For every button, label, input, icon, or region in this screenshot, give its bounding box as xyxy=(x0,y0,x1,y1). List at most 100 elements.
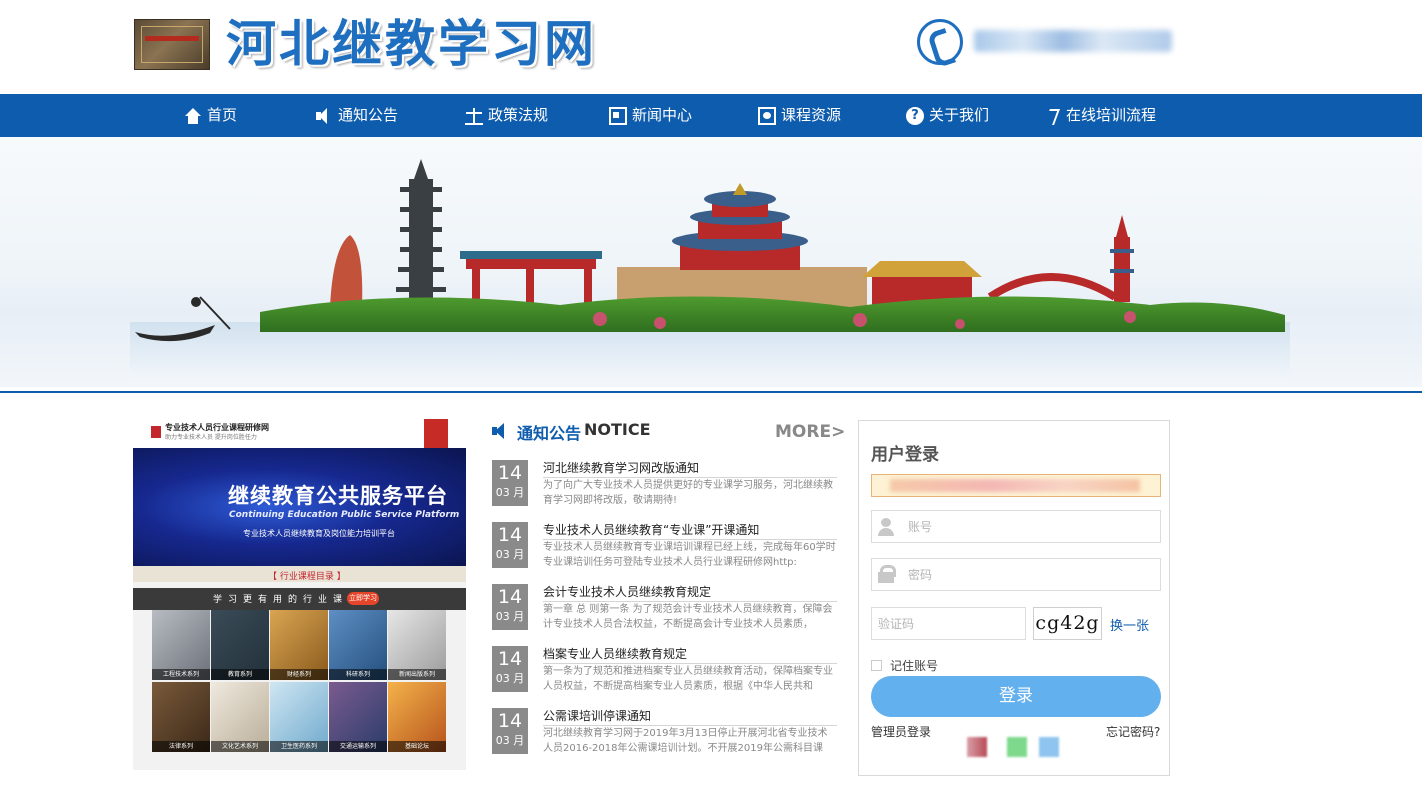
nav-item-training-flow[interactable]: 在线培训流程 xyxy=(1043,94,1156,137)
tile-caption: 卫生医药系列 xyxy=(270,741,328,752)
promo-tile: 文化艺术系列 xyxy=(211,682,269,752)
captcha-refresh-link[interactable]: 换一张 xyxy=(1110,615,1149,634)
notice-item: 14 03 月 会计专业技术人员继续教育规定 第一章 总 则第一条 为了规范会计… xyxy=(492,584,838,634)
hero-banner-landmarks xyxy=(0,137,1422,387)
nav-item-label: 政策法规 xyxy=(488,106,549,124)
captcha-field xyxy=(871,607,1026,640)
landmark-illustration xyxy=(130,159,1290,382)
tile-caption: 文化艺术系列 xyxy=(211,741,269,752)
notice-date: 14 03 月 xyxy=(492,646,528,692)
notices-more-link[interactable]: MORE> xyxy=(775,422,845,442)
scale-icon xyxy=(465,107,483,125)
nav-item-home[interactable]: 首页 xyxy=(184,94,237,137)
promo-tile: 科研系列 xyxy=(329,610,387,680)
nav-item-label: 首页 xyxy=(207,106,238,124)
promo-slogan: 学习更有用的行业课程 xyxy=(213,595,364,605)
notice-section-title-en: NOTICE xyxy=(584,420,651,439)
home-icon xyxy=(184,107,202,125)
admin-login-link[interactable]: 管理员登录 xyxy=(871,723,931,740)
notice-date-month: 03 月 xyxy=(495,672,525,685)
main-nav: 首页 通知公告 政策法规 新闻中心 课程资源 ? 关于我们 在线培训流程 xyxy=(0,94,1422,137)
lock-icon xyxy=(872,559,902,590)
promo-learn-button: 立即学习 xyxy=(347,592,379,605)
promo-tile: 工程技术系列 xyxy=(152,610,210,680)
notice-item: 14 03 月 公需课培训停课通知 河北继续教育学习网于2019年3月13日停止… xyxy=(492,708,838,758)
organization-seal-logo xyxy=(134,19,210,70)
captcha-image[interactable]: cg42g xyxy=(1033,607,1102,640)
site-title[interactable]: 河北继教学习网 xyxy=(226,12,597,76)
tile-caption: 工程技术系列 xyxy=(152,669,210,680)
password-input[interactable] xyxy=(908,565,1148,585)
captcha-input[interactable] xyxy=(878,614,1018,634)
notice-date: 14 03 月 xyxy=(492,708,528,754)
notice-date-month: 03 月 xyxy=(495,610,525,623)
qr-code-blurred xyxy=(1007,737,1027,757)
notice-section-title: 通知公告 xyxy=(517,424,582,443)
login-button[interactable]: 登录 xyxy=(871,676,1161,717)
promo-tile: 交通运输系列 xyxy=(329,682,387,752)
nav-item-courses[interactable]: 课程资源 xyxy=(758,94,841,137)
forgot-password-link[interactable]: 忘记密码? xyxy=(1106,723,1160,740)
tile-caption: 基础论坛 xyxy=(388,741,446,752)
notice-summary: 第一条为了规范和推进档案专业人员继续教育活动，保障档案专业人员权益，不断提高档案… xyxy=(543,666,833,692)
notice-title-link[interactable]: 河北继续教育学习网改版通知 xyxy=(543,460,837,478)
tile-caption: 财经系列 xyxy=(270,669,328,680)
nav-item-notices[interactable]: 通知公告 xyxy=(315,94,398,137)
login-panel: 用户登录 cg42g 换一张 记住账号 登录 管理员登录 忘记密码? xyxy=(858,420,1170,776)
notice-date: 14 03 月 xyxy=(492,522,528,568)
login-alert-blurred xyxy=(871,474,1161,497)
speaker-icon xyxy=(315,107,333,125)
nav-item-about[interactable]: ? 关于我们 xyxy=(906,94,989,137)
notice-date-day: 14 xyxy=(497,462,523,484)
nav-item-news[interactable]: 新闻中心 xyxy=(609,94,692,137)
course-icon xyxy=(758,106,776,125)
notice-title-link[interactable]: 公需课培训停课通知 xyxy=(543,708,837,726)
tile-caption: 新闻出版系列 xyxy=(388,669,446,680)
promo-header: 专业技术人员行业课程研修网 助力专业技术人员 提升岗位胜任力 xyxy=(133,419,466,448)
notice-date-day: 14 xyxy=(497,648,523,670)
promo-logo-icon xyxy=(151,426,161,438)
notice-title-link[interactable]: 档案专业人员继续教育规定 xyxy=(543,646,837,664)
nav-item-policies[interactable]: 政策法规 xyxy=(465,94,548,137)
promo-tile: 财经系列 xyxy=(270,610,328,680)
notice-item: 14 03 月 河北继续教育学习网改版通知 为了向广大专业技术人员提供更好的专业… xyxy=(492,460,838,510)
notice-title-link[interactable]: 会计专业技术人员继续教育规定 xyxy=(543,584,837,602)
nav-item-label: 课程资源 xyxy=(781,106,842,124)
tile-caption: 法律系列 xyxy=(152,741,210,752)
promo-platform-ad[interactable]: 专业技术人员行业课程研修网 助力专业技术人员 提升岗位胜任力 继续教育公共服务平… xyxy=(133,419,466,770)
nav-item-label: 在线培训流程 xyxy=(1066,106,1157,124)
notice-date: 14 03 月 xyxy=(492,584,528,630)
notice-summary: 第一章 总 则第一条 为了规范会计专业技术人员继续教育，保障会计专业技术人员合法… xyxy=(543,604,833,630)
promo-site-title: 专业技术人员行业课程研修网 xyxy=(165,423,269,432)
nav-item-label: 关于我们 xyxy=(929,106,990,124)
promo-catalog-label: 【 行业课程目录 】 xyxy=(268,572,346,582)
notice-date-month: 03 月 xyxy=(495,734,525,747)
speaker-icon xyxy=(492,422,512,440)
nav-item-label: 新闻中心 xyxy=(632,106,693,124)
remember-checkbox[interactable] xyxy=(871,660,882,671)
notice-item: 14 03 月 档案专业人员继续教育规定 第一条为了规范和推进档案专业人员继续教… xyxy=(492,646,838,696)
nav-item-label: 通知公告 xyxy=(338,106,399,124)
promo-tile: 法律系列 xyxy=(152,682,210,752)
notice-date-day: 14 xyxy=(497,710,523,732)
user-icon xyxy=(872,511,902,542)
promo-tile: 基础论坛 xyxy=(388,682,446,752)
notice-date-month: 03 月 xyxy=(495,486,525,499)
promo-hero-subtitle: 专业技术人员继续教育及岗位能力培训平台 xyxy=(243,529,395,538)
promo-hero-english: Continuing Education Public Service Plat… xyxy=(229,510,460,520)
remember-account[interactable]: 记住账号 xyxy=(871,657,938,674)
login-title: 用户登录 xyxy=(871,445,939,465)
promo-hero-title: 继续教育公共服务平台 xyxy=(228,484,448,508)
account-field xyxy=(871,510,1161,543)
notice-date-day: 14 xyxy=(497,524,523,546)
account-input[interactable] xyxy=(908,517,1148,537)
notice-date-day: 14 xyxy=(497,586,523,608)
newspaper-icon xyxy=(609,106,627,125)
tile-caption: 交通运输系列 xyxy=(329,741,387,752)
notice-item: 14 03 月 专业技术人员继续教育“专业课”开课通知 专业技术人员继续教育专业… xyxy=(492,522,838,572)
notice-title-link[interactable]: 专业技术人员继续教育“专业课”开课通知 xyxy=(543,522,837,540)
phone-icon xyxy=(917,19,963,65)
remember-label: 记住账号 xyxy=(890,659,939,673)
password-field xyxy=(871,558,1161,591)
banner-divider xyxy=(0,391,1422,393)
